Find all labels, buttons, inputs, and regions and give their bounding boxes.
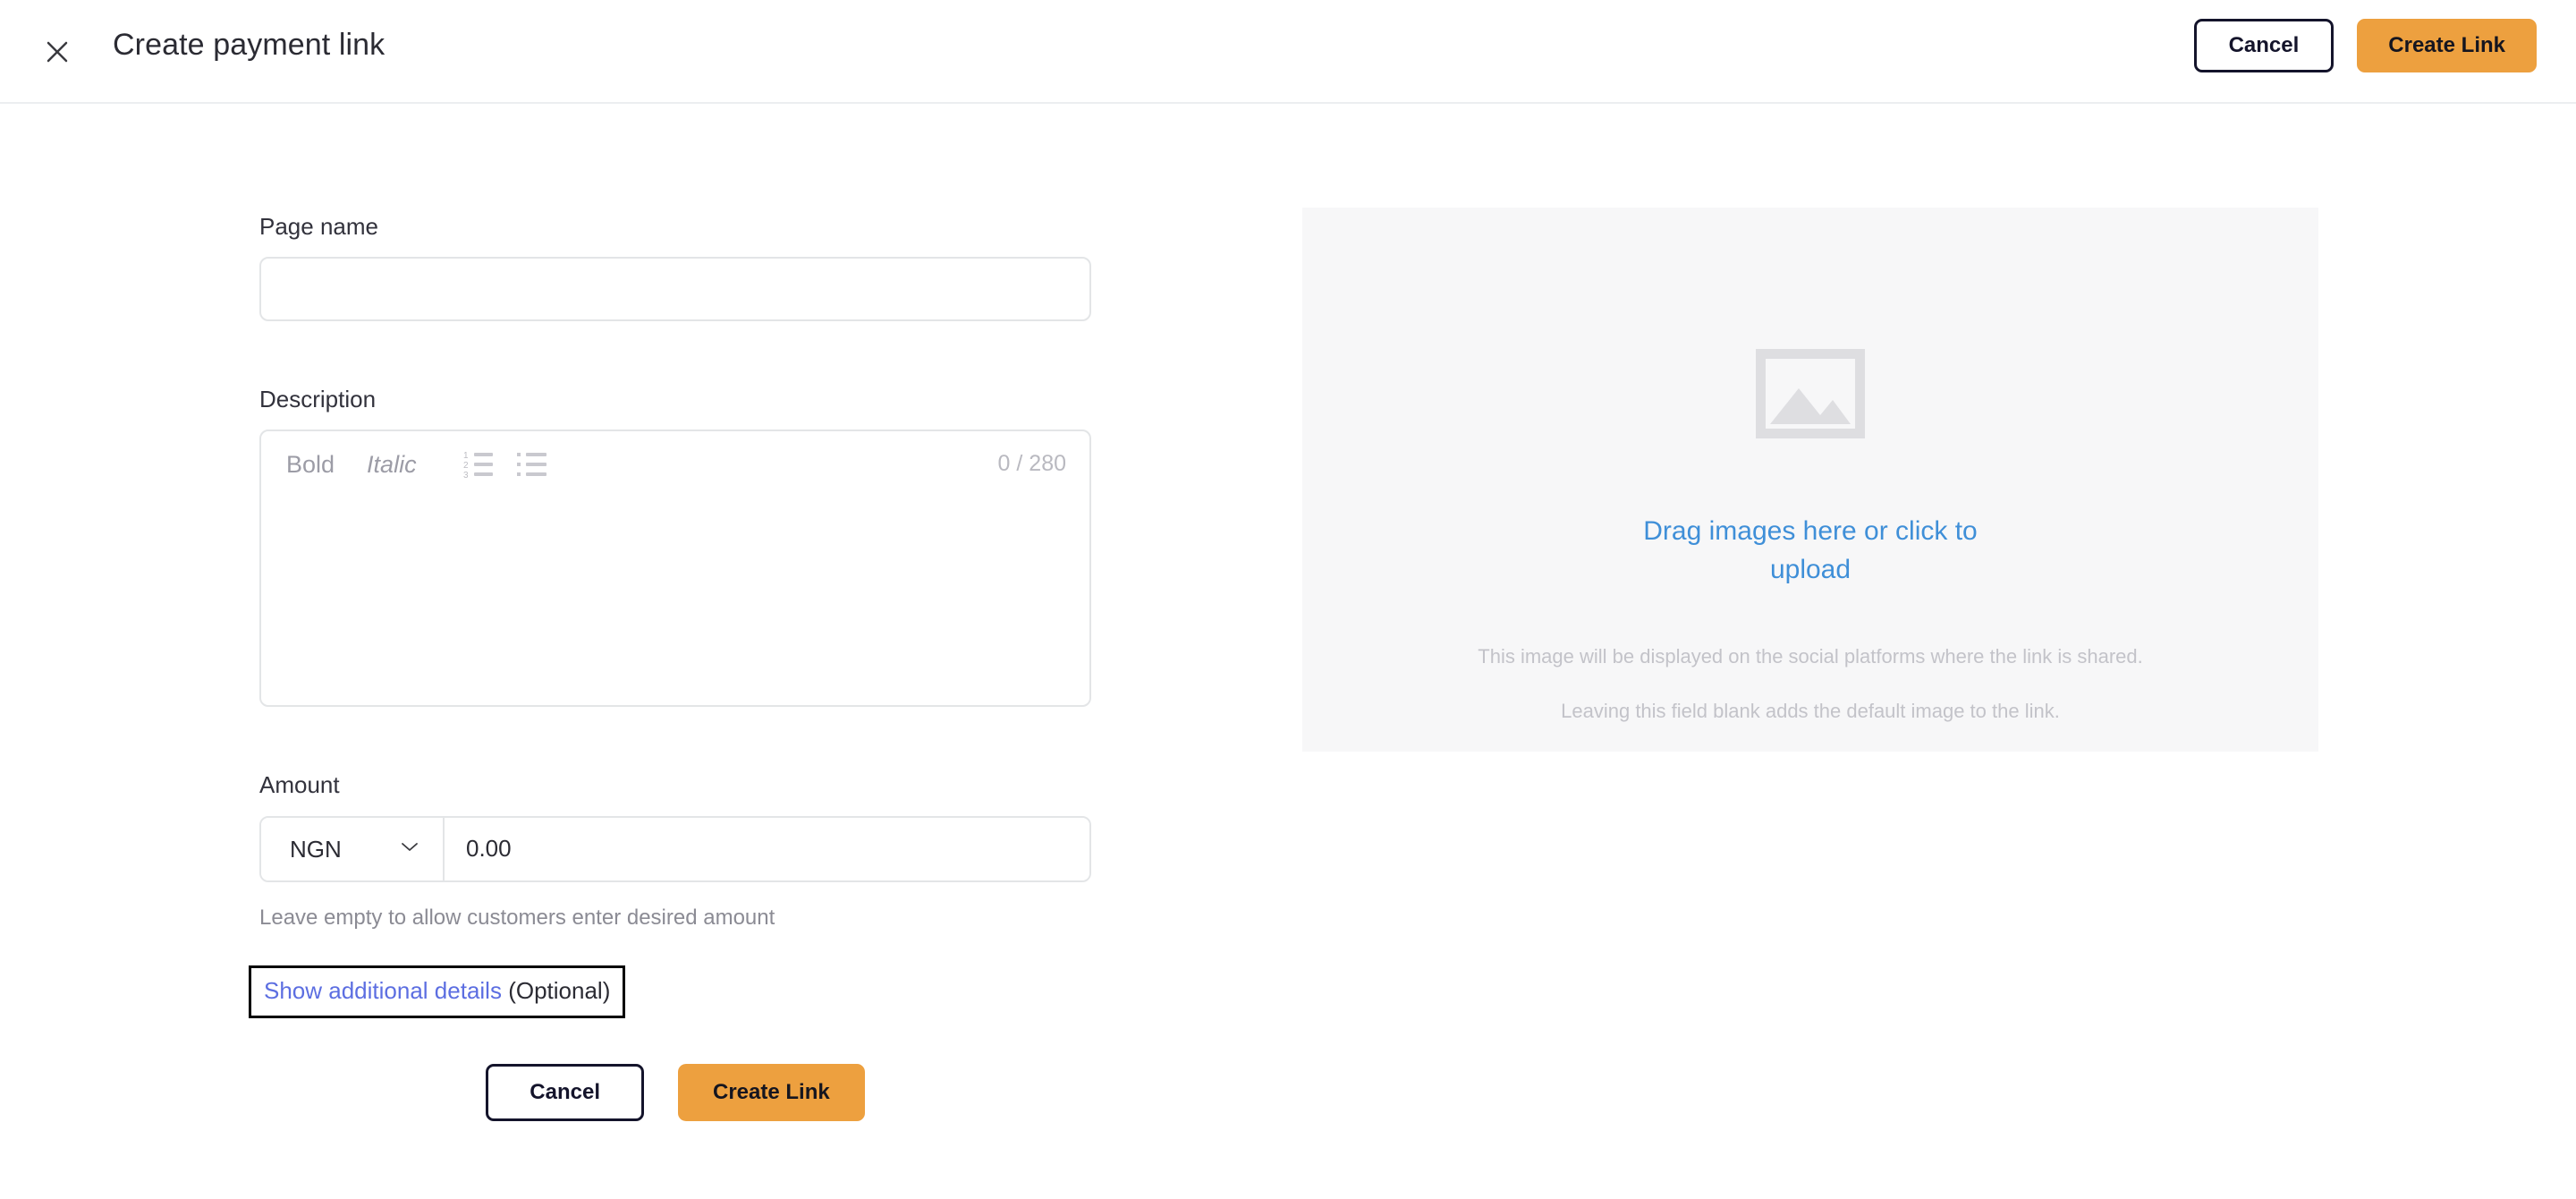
show-additional-details-toggle[interactable]: Show additional details (Optional) <box>249 965 626 1018</box>
amount-field-group: Amount NGN Leave empty to allow customer… <box>259 771 1091 931</box>
amount-input[interactable] <box>445 817 1089 880</box>
description-label: Description <box>259 386 377 413</box>
svg-text:2: 2 <box>463 461 469 471</box>
bullet-list-icon[interactable] <box>516 450 547 479</box>
upload-note-default: Leaving this field blank adds the defaul… <box>1561 699 2060 722</box>
description-textarea[interactable] <box>261 497 1093 705</box>
app-header: Create payment link Cancel Create Link <box>0 0 2576 104</box>
svg-text:1: 1 <box>463 451 469 461</box>
upload-cta-text[interactable]: Drag images here or click to upload <box>1600 513 2021 589</box>
amount-input-row: NGN <box>259 815 1091 882</box>
description-toolbar: Bold Italic 1 2 3 0 / 280 <box>261 431 1093 497</box>
page-name-input[interactable] <box>259 257 1091 322</box>
show-additional-details-link[interactable]: Show additional details <box>264 977 502 1004</box>
chevron-down-icon <box>400 840 419 857</box>
footer-create-link-button[interactable]: Create Link <box>677 1064 865 1121</box>
header-cancel-button[interactable]: Cancel <box>2193 19 2334 72</box>
close-icon <box>44 38 71 65</box>
image-upload-dropzone[interactable]: Drag images here or click to upload This… <box>1302 208 2318 752</box>
header-create-link-button[interactable]: Create Link <box>2357 19 2537 72</box>
currency-select[interactable]: NGN <box>261 817 445 880</box>
image-placeholder-icon <box>1756 349 1865 443</box>
footer-cancel-button[interactable]: Cancel <box>486 1064 644 1121</box>
amount-label: Amount <box>259 771 340 799</box>
italic-button[interactable]: Italic <box>367 452 417 477</box>
form-footer-actions: Cancel Create Link <box>259 1064 1091 1121</box>
payment-link-form: Page name Description Bold Italic 1 2 3 <box>249 213 1093 1018</box>
page-name-field-group: Page name <box>259 213 1091 322</box>
ordered-list-icon[interactable]: 1 2 3 <box>463 450 494 479</box>
description-editor: Bold Italic 1 2 3 0 / 280 <box>259 429 1093 708</box>
description-field-group: Description Bold Italic 1 2 3 0 / 280 <box>259 386 1093 708</box>
amount-help-text: Leave empty to allow customers enter des… <box>259 905 775 930</box>
header-actions: Cancel Create Link <box>2193 19 2537 72</box>
page-content: Page name Description Bold Italic 1 2 3 <box>0 104 2576 1199</box>
page-title: Create payment link <box>113 28 386 62</box>
upload-note-social: This image will be displayed on the soci… <box>1478 645 2143 668</box>
page-name-label: Page name <box>259 213 378 240</box>
additional-details-optional-text: (Optional) <box>508 976 611 1004</box>
bold-button[interactable]: Bold <box>286 452 335 477</box>
currency-select-value: NGN <box>290 835 342 863</box>
description-char-count: 0 / 280 <box>997 451 1066 477</box>
svg-text:3: 3 <box>463 471 469 479</box>
close-button[interactable] <box>39 34 75 70</box>
